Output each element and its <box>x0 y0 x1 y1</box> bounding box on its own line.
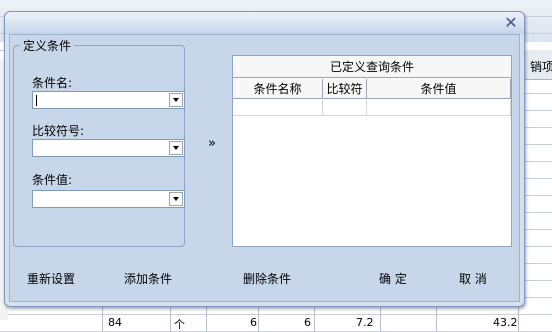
chevron-down-icon[interactable] <box>169 141 183 155</box>
table-cell[interactable] <box>233 100 323 116</box>
defined-conditions-table[interactable]: 已定义查询条件 条件名称 比较符 条件值 <box>232 55 512 247</box>
cancel-button[interactable]: 取 消 <box>459 270 487 287</box>
delete-condition-button[interactable]: 删除条件 <box>243 270 291 287</box>
cell-value[interactable]: 7.2 <box>356 316 374 332</box>
operator-combo[interactable] <box>32 139 185 157</box>
column-header[interactable]: 条件值 <box>367 79 511 99</box>
dialog-titlebar[interactable]: ✕ <box>5 12 524 34</box>
groupbox-title: 定义条件 <box>20 37 75 54</box>
cell-value[interactable]: 个 <box>174 316 185 332</box>
cell-value[interactable]: 84 <box>108 316 122 332</box>
condition-value-combo[interactable] <box>32 190 185 208</box>
column-header[interactable]: 比较符 <box>323 79 367 99</box>
operator-label: 比较符号: <box>32 124 85 138</box>
chevron-down-icon[interactable] <box>169 93 183 107</box>
column-header-sales[interactable]: 销项 <box>522 50 552 80</box>
cell-value[interactable]: 6 <box>304 316 311 332</box>
reset-button[interactable]: 重新设置 <box>27 270 75 287</box>
close-icon[interactable]: ✕ <box>502 14 520 32</box>
condition-name-label: 条件名: <box>32 76 73 90</box>
cell-value[interactable]: 6 <box>250 316 257 332</box>
column-header[interactable]: 条件名称 <box>233 79 323 99</box>
double-arrow-icon: » <box>208 136 216 151</box>
column-header-label: 销项 <box>530 60 552 74</box>
condition-value-label: 条件值: <box>32 173 73 187</box>
table-title: 已定义查询条件 <box>233 56 511 78</box>
table-cell[interactable] <box>367 100 511 116</box>
condition-name-combo[interactable] <box>32 91 185 109</box>
cell-value[interactable]: 43.2 <box>493 316 518 332</box>
chevron-down-icon[interactable] <box>169 192 183 206</box>
table-cell[interactable] <box>323 100 367 116</box>
add-condition-button[interactable]: 添加条件 <box>124 270 172 287</box>
ok-button[interactable]: 确 定 <box>379 270 407 287</box>
